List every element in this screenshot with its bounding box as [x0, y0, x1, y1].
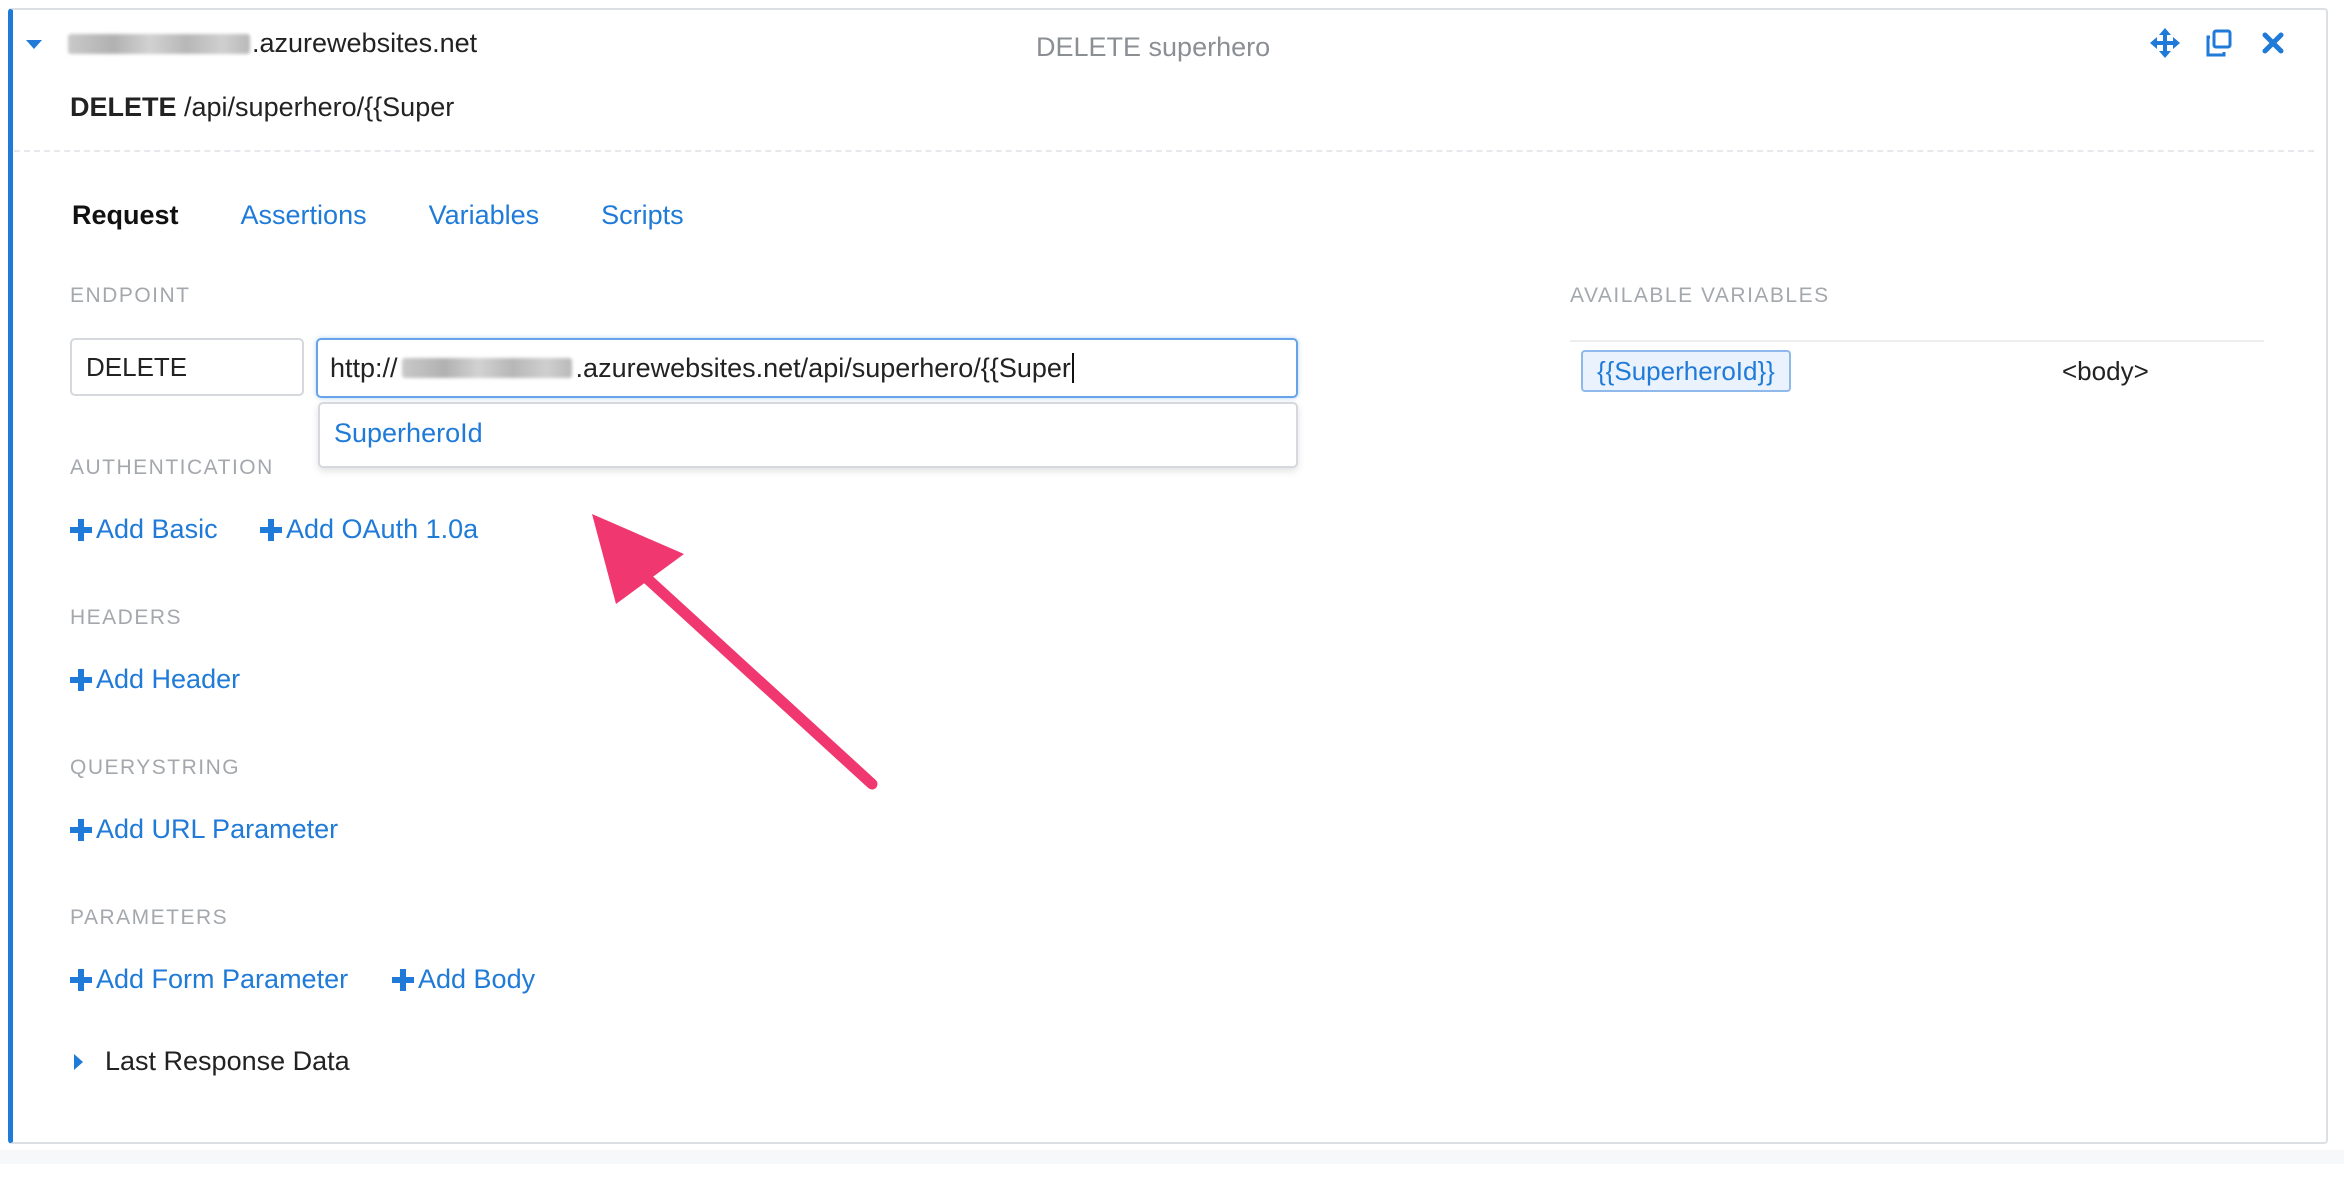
last-response-toggle[interactable]: Last Response Data [74, 1046, 350, 1077]
parameters-section-label: PARAMETERS [70, 906, 229, 929]
duplicate-icon[interactable] [2204, 28, 2234, 58]
tab-assertions[interactable]: Assertions [241, 200, 367, 231]
tab-scripts[interactable]: Scripts [601, 200, 684, 231]
add-form-parameter-label: Add Form Parameter [96, 964, 349, 994]
add-oauth-label: Add OAuth 1.0a [286, 514, 479, 544]
url-prefix: http:// [330, 352, 398, 383]
bottom-strip [0, 1150, 2344, 1164]
method-select[interactable]: DELETE [70, 338, 304, 396]
add-basic-button[interactable]: Add Basic [70, 514, 218, 545]
available-variables-section-label: AVAILABLE VARIABLES [1570, 284, 1830, 307]
plus-icon [70, 968, 92, 991]
endpoint-section-label: ENDPOINT [70, 284, 191, 307]
plus-icon [260, 518, 282, 541]
add-header-button[interactable]: Add Header [70, 664, 240, 695]
plus-icon [70, 818, 92, 841]
plus-icon [392, 968, 414, 991]
headers-section-label: HEADERS [70, 606, 183, 629]
redacted-hostname [68, 33, 250, 54]
add-url-parameter-button[interactable]: Add URL Parameter [70, 814, 338, 845]
caret-down-icon[interactable] [26, 40, 42, 49]
querystring-section-label: QUERYSTRING [70, 756, 241, 779]
tab-variables[interactable]: Variables [429, 200, 540, 231]
add-header-label: Add Header [96, 664, 241, 694]
host-suffix: .azurewebsites.net [252, 28, 478, 58]
request-host: .azurewebsites.net [68, 28, 477, 59]
add-url-parameter-label: Add URL Parameter [96, 814, 339, 844]
redacted-url-host [401, 358, 572, 378]
autocomplete-dropdown: SuperheroId [318, 402, 1298, 468]
close-icon[interactable] [2258, 28, 2288, 58]
request-title: DELETE superhero [1036, 32, 1271, 62]
add-body-button[interactable]: Add Body [392, 964, 535, 995]
method-label: DELETE [70, 92, 177, 122]
endpoint-summary: DELETE /api/superhero/{{Super [70, 92, 454, 123]
variable-chip-superheroid[interactable]: {{SuperheroId}} [1581, 350, 1791, 392]
url-suffix: .azurewebsites.net/api/superhero/{{Super [575, 352, 1071, 383]
variable-value: <body> [2062, 356, 2149, 386]
caret-right-icon [74, 1053, 83, 1070]
authentication-section-label: AUTHENTICATION [70, 456, 274, 479]
path-label: /api/superhero/{{Super [176, 92, 455, 122]
add-form-parameter-button[interactable]: Add Form Parameter [70, 964, 348, 995]
add-oauth-button[interactable]: Add OAuth 1.0a [260, 514, 478, 545]
card-actions [2150, 28, 2288, 58]
request-card [8, 8, 2328, 1144]
tab-request[interactable]: Request [72, 200, 179, 231]
plus-icon [70, 518, 92, 541]
variables-divider [1570, 340, 2264, 342]
move-arrows-icon[interactable] [2150, 28, 2180, 58]
request-tabs: Request Assertions Variables Scripts [72, 200, 684, 231]
plus-icon [70, 668, 92, 691]
last-response-label: Last Response Data [105, 1046, 350, 1076]
text-cursor [1071, 353, 1074, 383]
add-body-label: Add Body [418, 964, 536, 994]
url-input[interactable]: http:// .azurewebsites.net/api/superhero… [316, 338, 1298, 398]
add-basic-label: Add Basic [96, 514, 218, 544]
header-divider [14, 150, 2314, 152]
autocomplete-option-superheroid[interactable]: SuperheroId [334, 418, 483, 449]
